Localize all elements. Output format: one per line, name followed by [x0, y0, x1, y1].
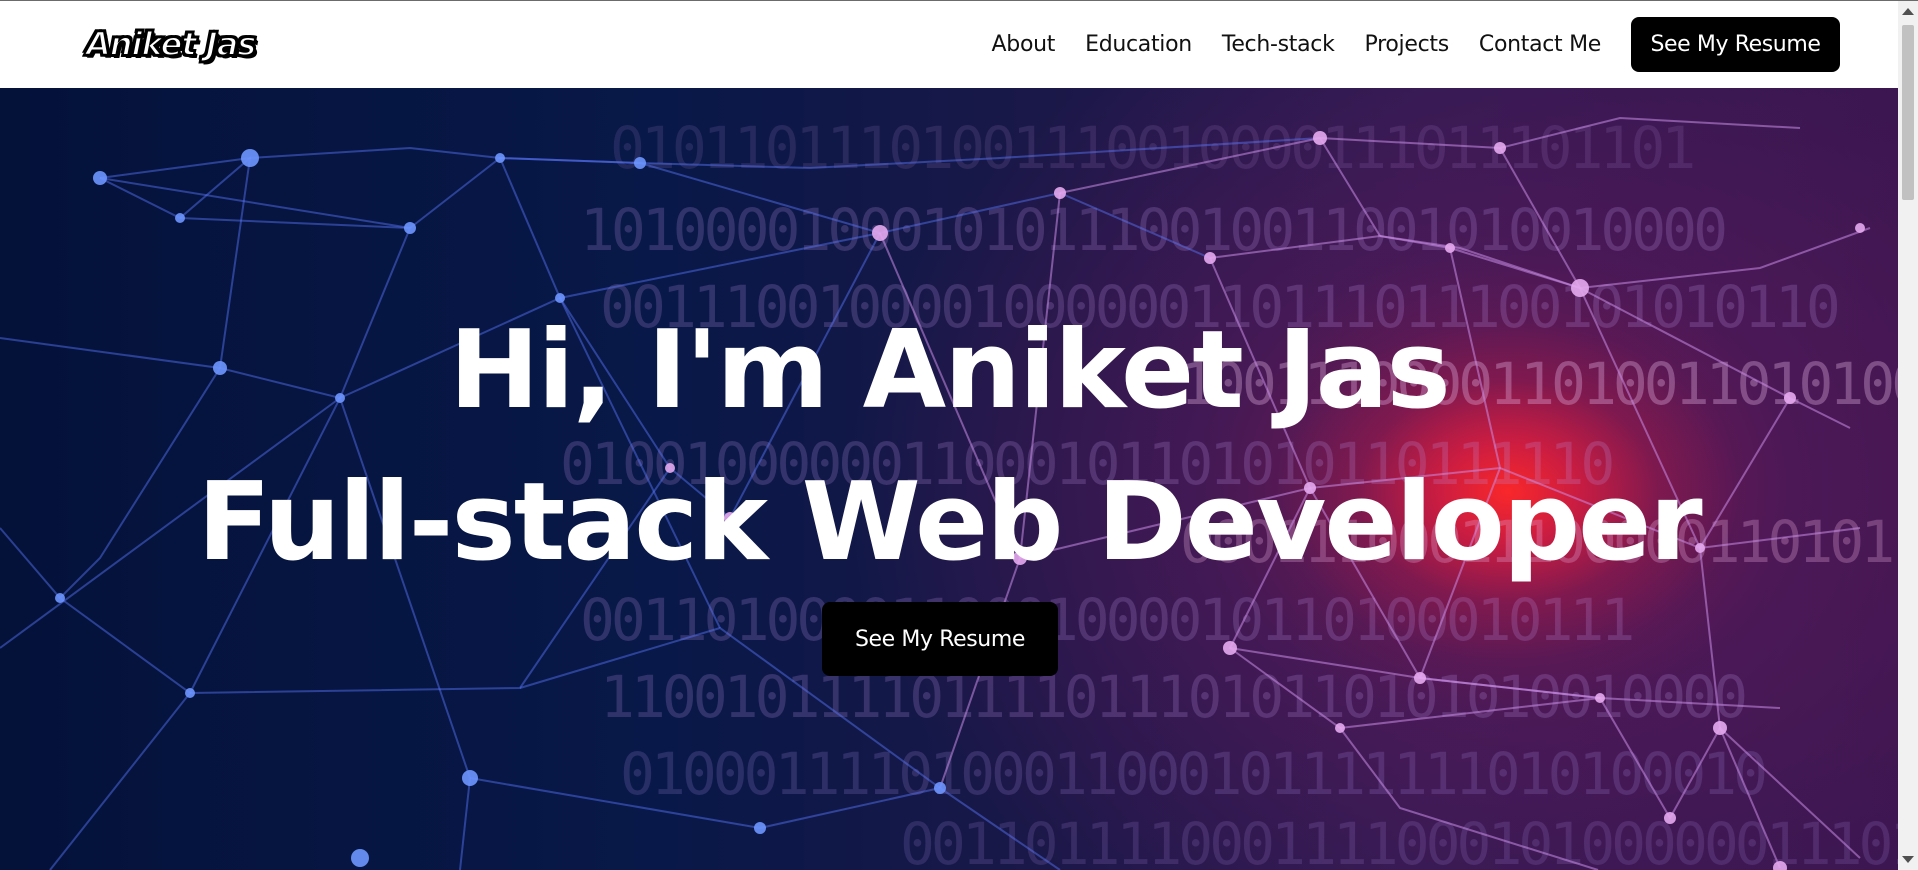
scroll-down-arrow-icon[interactable]	[1902, 856, 1914, 863]
logo[interactable]: Aniket Jas	[85, 24, 257, 64]
nav-link-about[interactable]: About	[992, 32, 1056, 57]
nav-link-projects[interactable]: Projects	[1365, 32, 1450, 57]
nav-link-education[interactable]: Education	[1085, 32, 1192, 57]
navbar: Aniket Jas About Education Tech-stack Pr…	[0, 1, 1898, 88]
nav-link-tech-stack[interactable]: Tech-stack	[1222, 32, 1335, 57]
page-scrollbar[interactable]	[1898, 1, 1918, 870]
hero-greeting: Hi, I'm Aniket Jas	[449, 308, 1451, 433]
hero-resume-button[interactable]: See My Resume	[822, 602, 1058, 676]
nav-resume-button[interactable]: See My Resume	[1631, 17, 1840, 72]
hero-role: Full-stack Web Developer	[197, 460, 1702, 585]
nav-link-contact[interactable]: Contact Me	[1479, 32, 1601, 57]
nav-menu: About Education Tech-stack Projects Cont…	[992, 17, 1840, 72]
scrollbar-thumb[interactable]	[1902, 25, 1914, 200]
hero-section: 01011011101001110010000111011101101 1010…	[0, 88, 1898, 870]
scroll-up-arrow-icon[interactable]	[1902, 8, 1914, 15]
